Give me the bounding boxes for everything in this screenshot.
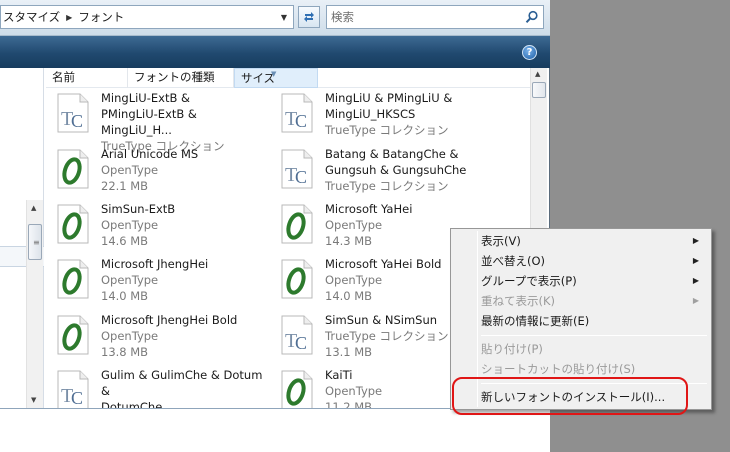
font-name: Arial Unicode MS [101,147,199,161]
content-scroll-thumb[interactable] [532,82,546,98]
font-item[interactable]: T C Batang & BatangChe & Gungsuh & Gungs… [270,144,492,198]
font-item[interactable]: Arial Unicode MS OpenType 22.1 MB [46,144,268,198]
menu-item-group[interactable]: グループで表示(P) ▶ [453,271,709,291]
font-size: 22.1 MB [101,179,149,193]
font-name: Microsoft JhengHei [101,257,209,271]
search-input[interactable]: 検索 [326,5,544,29]
search-icon[interactable] [525,10,539,24]
font-name: SimSun-ExtB [101,202,176,216]
address-bar: スタマイズ ▶ フォント ▼ 検索 [0,0,550,36]
menu-item-stack-label: 重ねて表示(K) [481,294,556,308]
font-type: OpenType [101,163,159,177]
opentype-icon [281,204,313,244]
font-name: MingLiU & PMingLiU & [325,91,453,105]
font-size: 14.0 MB [101,289,149,303]
submenu-arrow-icon: ▶ [692,256,699,265]
font-item[interactable]: Microsoft JhengHei OpenType 14.0 MB [46,254,268,308]
svg-text:C: C [295,167,307,187]
menu-item-sort-label: 並べ替え(O) [481,254,546,268]
font-size: 14.6 MB [101,234,149,248]
truetype-icon: T C [57,370,89,408]
opentype-icon [57,315,89,355]
highlight-annotation [452,377,688,415]
nav-scroll-thumb[interactable]: ≡ [28,224,42,260]
address-dropdown-icon[interactable]: ▼ [277,9,291,25]
font-item[interactable]: Microsoft JhengHei Bold OpenType 13.8 MB [46,310,268,364]
breadcrumb-parent[interactable]: スタマイズ [3,9,60,25]
font-name: MingLiU-ExtB & [101,91,190,105]
breadcrumb[interactable]: スタマイズ ▶ フォント ▼ [0,5,294,29]
font-type: OpenType [101,218,159,232]
font-name: Batang & BatangChe & [325,147,459,161]
truetype-icon: T C [281,315,313,355]
truetype-icon: T C [281,93,313,133]
font-name-cont: PMingLiU-ExtB & MingLiU_H... [101,107,197,137]
menu-item-paste-label: 貼り付け(P) [481,342,543,356]
scroll-up-icon[interactable]: ▲ [31,204,36,212]
font-item[interactable]: T C MingLiU & PMingLiU & MingLiU_HKSCS T… [270,88,492,142]
font-type: TrueType コレクション [325,179,449,193]
font-name: Microsoft JhengHei Bold [101,313,238,327]
menu-item-paste-shortcut-label: ショートカットの貼り付け(S) [481,362,636,376]
menu-item-refresh[interactable]: 最新の情報に更新(E) [453,311,709,331]
font-item[interactable]: T C Gulim & GulimChe & Dotum & DotumChe … [46,365,268,408]
scroll-up-icon[interactable]: ▲ [535,70,540,78]
font-type: OpenType [101,273,159,287]
opentype-icon [281,259,313,299]
breadcrumb-current[interactable]: フォント [78,9,124,25]
grip-icon: ≡ [33,238,40,247]
menu-item-view[interactable]: 表示(V) ▶ [453,231,709,251]
submenu-arrow-icon: ▶ [692,296,699,305]
font-name-cont: DotumChe [101,400,163,408]
menu-separator [481,335,707,336]
font-item[interactable]: SimSun-ExtB OpenType 14.6 MB [46,199,268,253]
column-name[interactable]: 名前 [46,68,128,88]
font-name-cont: MingLiU_HKSCS [325,107,416,121]
svg-text:C: C [71,388,83,408]
font-type: OpenType [101,329,159,343]
truetype-icon: T C [57,93,89,133]
menu-item-group-label: グループで表示(P) [481,274,577,288]
column-header: 名前 フォントの種類 ▼ サイズ [46,68,530,88]
menu-item-refresh-label: 最新の情報に更新(E) [481,314,590,328]
svg-text:C: C [295,111,307,131]
column-name-label: 名前 [52,70,75,84]
opentype-icon [281,370,313,408]
opentype-icon [57,204,89,244]
column-size[interactable]: ▼ サイズ [234,68,318,88]
help-icon[interactable]: ? [522,45,537,60]
submenu-arrow-icon: ▶ [692,276,699,285]
font-name-cont: Gungsuh & GungsuhChe [325,163,467,177]
font-type: TrueType コレクション [325,123,449,137]
breadcrumb-separator-icon[interactable]: ▶ [66,13,72,22]
svg-text:C: C [71,111,83,131]
menu-item-view-label: 表示(V) [481,234,521,248]
sort-arrow-icon: ▼ [271,70,277,78]
refresh-button[interactable] [298,6,320,28]
refresh-icon [304,12,314,22]
column-font-type-label: フォントの種類 [134,70,215,84]
font-size: 13.8 MB [101,345,149,359]
nav-scrollbar[interactable]: ▲ ≡ ▼ [26,200,43,408]
font-name: Microsoft YaHei [325,202,413,216]
scroll-down-icon[interactable]: ▼ [31,396,36,404]
menu-item-sort[interactable]: 並べ替え(O) ▶ [453,251,709,271]
font-name: Gulim & GulimChe & Dotum & [101,368,263,398]
opentype-icon [57,149,89,189]
menu-item-paste-shortcut[interactable]: ショートカットの貼り付け(S) [453,359,709,379]
column-font-type[interactable]: フォントの種類 [128,68,234,88]
opentype-icon [57,259,89,299]
command-bar [0,36,550,68]
search-placeholder: 検索 [331,10,354,24]
submenu-arrow-icon: ▶ [692,236,699,245]
menu-item-paste[interactable]: 貼り付け(P) [453,339,709,359]
menu-item-stack[interactable]: 重ねて表示(K) ▶ [453,291,709,311]
truetype-icon: T C [281,149,313,189]
font-item[interactable]: T C MingLiU-ExtB & PMingLiU-ExtB & MingL… [46,88,268,153]
svg-text:C: C [295,333,307,353]
